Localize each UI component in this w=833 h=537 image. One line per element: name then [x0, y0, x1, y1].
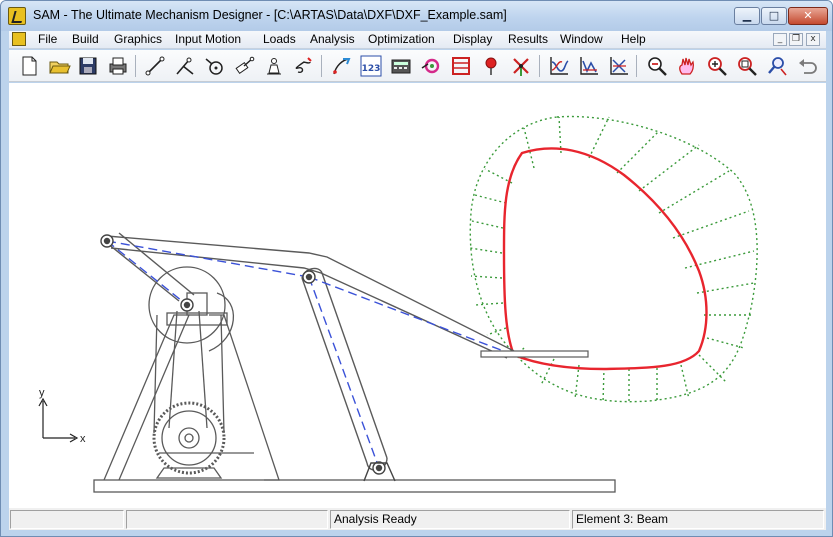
end-effector-plate [480, 350, 589, 358]
spring-icon[interactable] [292, 54, 316, 78]
zoom-fit-icon[interactable] [735, 54, 759, 78]
status-pane-analysis: Analysis Ready [330, 510, 570, 529]
mdi-close-button[interactable]: x [806, 33, 820, 46]
rocker-link [301, 267, 388, 471]
toolbar-separator [135, 55, 136, 77]
pin-icon[interactable] [479, 54, 503, 78]
maximize-icon: □ [768, 9, 780, 22]
menu-loads[interactable]: Loads [263, 32, 296, 47]
beam-icon[interactable] [143, 54, 167, 78]
mechanism-drawing: y x [38, 115, 758, 493]
menu-input-motion[interactable]: Input Motion [175, 32, 241, 47]
status-pane-element: Element 3: Beam [572, 510, 824, 529]
path-icon[interactable] [329, 54, 353, 78]
status-pane-1 [10, 510, 124, 529]
menu-graphics[interactable]: Graphics [114, 32, 162, 47]
gear-wheel-icon[interactable] [203, 54, 227, 78]
menu-display[interactable]: Display [453, 32, 492, 47]
minimize-icon: ▁ [742, 9, 752, 22]
motion-envelope [469, 115, 758, 404]
close-button[interactable]: ✕ [788, 7, 828, 25]
axis-x-label: x [80, 433, 86, 445]
abacus-icon[interactable] [449, 54, 473, 78]
window-title: SAM - The Ultimate Mechanism Designer - … [33, 8, 507, 22]
magnify-icon[interactable] [765, 54, 789, 78]
minimize-button[interactable]: ▁ [734, 7, 760, 25]
print-icon[interactable] [106, 54, 130, 78]
zoom-window-icon[interactable] [705, 54, 729, 78]
windmill-icon[interactable] [509, 54, 533, 78]
chart-xy-icon[interactable] [547, 54, 571, 78]
open-folder-icon[interactable] [47, 54, 71, 78]
menu-build[interactable]: Build [72, 32, 99, 47]
chart-multi-icon[interactable] [607, 54, 631, 78]
chart-bars-icon[interactable] [577, 54, 601, 78]
menu-optimization[interactable]: Optimization [368, 32, 435, 47]
slider-icon[interactable] [232, 54, 256, 78]
frame-legs [103, 292, 280, 481]
menu-help[interactable]: Help [621, 32, 646, 47]
numeric-input-icon[interactable]: 123 [359, 54, 383, 78]
close-icon: ✕ [803, 9, 813, 22]
motion-icon[interactable] [419, 54, 443, 78]
status-pane-2 [126, 510, 328, 529]
app-logo-icon[interactable] [8, 7, 26, 25]
mdi-restore-button[interactable]: ❐ [789, 33, 803, 46]
mdi-minimize-button[interactable]: _ [773, 33, 787, 46]
menu-results[interactable]: Results [508, 32, 548, 47]
calculator-icon[interactable] [389, 54, 413, 78]
menu-file[interactable]: File [38, 32, 57, 47]
toolbar-separator [636, 55, 637, 77]
pan-icon[interactable] [675, 54, 699, 78]
zoom-out-icon[interactable] [645, 54, 669, 78]
toolbar: 123 [9, 50, 826, 82]
menu-analysis[interactable]: Analysis [310, 32, 355, 47]
document-icon[interactable] [12, 32, 26, 46]
mechanism-canvas[interactable]: y x [9, 83, 826, 508]
weight-icon[interactable] [262, 54, 286, 78]
numeric-label: 123 [362, 64, 381, 74]
app-window: SAM - The Ultimate Mechanism Designer - … [0, 0, 833, 537]
title-bar[interactable]: SAM - The Ultimate Mechanism Designer - … [1, 1, 832, 31]
maximize-button[interactable]: □ [761, 7, 787, 25]
menu-window[interactable]: Window [560, 32, 603, 47]
menu-bar: File Build Graphics Input Motion Loads A… [9, 31, 826, 49]
status-bar: Analysis Ready Element 3: Beam [9, 508, 826, 530]
truss-icon[interactable] [173, 54, 197, 78]
coupler-trace [502, 147, 708, 371]
toolbar-separator [321, 55, 322, 77]
undo-icon[interactable] [795, 54, 819, 78]
window-frame-bottom [1, 530, 832, 536]
save-disk-icon[interactable] [76, 54, 100, 78]
base-plate [93, 479, 616, 493]
toolbar-separator [539, 55, 540, 77]
axis-y-label: y [39, 387, 45, 399]
axis-indicator [38, 397, 79, 443]
new-file-icon[interactable] [17, 54, 41, 78]
